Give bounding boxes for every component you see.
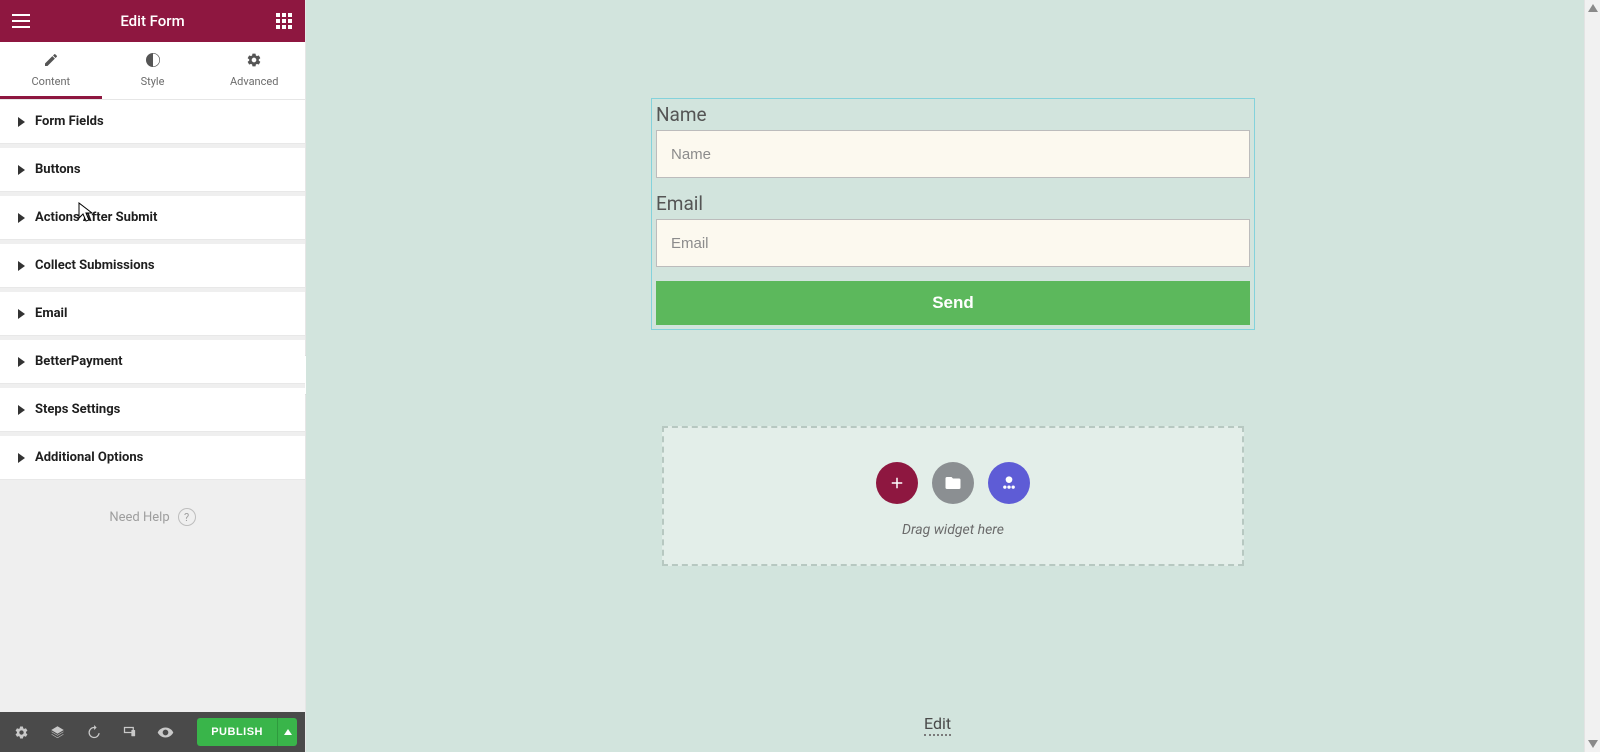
global-widget-button[interactable] <box>988 462 1030 504</box>
add-section-dropzone[interactable]: Drag widget here <box>662 426 1244 566</box>
edit-link[interactable]: Edit <box>924 714 951 736</box>
accordion-email[interactable]: Email <box>0 292 305 336</box>
caret-right-icon <box>18 213 25 223</box>
scroll-down-icon[interactable] <box>1585 736 1600 752</box>
editor-canvas[interactable]: Name Email Send Drag widget here Edit <box>306 0 1600 752</box>
need-help-link[interactable]: Need Help ? <box>0 480 305 554</box>
tab-content-label: Content <box>32 75 71 88</box>
accordion-steps-settings[interactable]: Steps Settings <box>0 388 305 432</box>
accordion-label: Actions After Submit <box>35 210 157 225</box>
need-help-label: Need Help <box>109 510 169 525</box>
accordion-collect-submissions[interactable]: Collect Submissions <box>0 244 305 288</box>
tab-advanced-label: Advanced <box>230 75 278 88</box>
caret-right-icon <box>18 117 25 127</box>
scroll-up-icon[interactable] <box>1585 0 1600 16</box>
half-circle-icon <box>145 52 161 71</box>
accordion-label: Steps Settings <box>35 402 120 417</box>
caret-right-icon <box>18 357 25 367</box>
canvas-scrollbar[interactable] <box>1584 0 1600 752</box>
accordion-label: Email <box>35 306 67 321</box>
tab-style-label: Style <box>141 75 165 88</box>
accordion-label: Buttons <box>35 162 81 177</box>
accordion-label: Form Fields <box>35 114 104 129</box>
form-widget[interactable]: Name Email Send <box>651 98 1255 330</box>
accordion-betterpayment[interactable]: BetterPayment <box>0 340 305 384</box>
pencil-icon <box>43 52 59 71</box>
tab-content[interactable]: Content <box>0 42 102 99</box>
accordion-label: Collect Submissions <box>35 258 155 273</box>
accordion-form-fields[interactable]: Form Fields <box>0 100 305 144</box>
caret-right-icon <box>18 405 25 415</box>
gear-icon <box>246 52 262 71</box>
hamburger-icon[interactable] <box>10 10 32 32</box>
caret-right-icon <box>18 165 25 175</box>
accordion-actions-after-submit[interactable]: Actions After Submit <box>0 196 305 240</box>
name-input[interactable] <box>656 130 1250 178</box>
tab-style[interactable]: Style <box>102 42 204 99</box>
accordion-label: BetterPayment <box>35 354 123 369</box>
template-library-button[interactable] <box>932 462 974 504</box>
question-circle-icon: ? <box>178 508 196 526</box>
accordion-buttons[interactable]: Buttons <box>0 148 305 192</box>
add-section-button[interactable] <box>876 462 918 504</box>
eye-icon[interactable] <box>152 719 178 745</box>
panel-tabs: Content Style Advanced <box>0 42 305 100</box>
name-field-label: Name <box>656 103 1250 126</box>
panel-title: Edit Form <box>32 12 273 30</box>
apps-grid-icon[interactable] <box>273 10 295 32</box>
accordion-label: Additional Options <box>35 450 143 465</box>
editor-panel: Edit Form Content Style <box>0 0 306 752</box>
layers-icon[interactable] <box>44 719 70 745</box>
history-icon[interactable] <box>80 719 106 745</box>
settings-gear-icon[interactable] <box>8 719 34 745</box>
publish-button[interactable]: PUBLISH <box>197 718 277 746</box>
email-field-label: Email <box>656 192 1250 215</box>
email-input[interactable] <box>656 219 1250 267</box>
caret-right-icon <box>18 453 25 463</box>
caret-right-icon <box>18 309 25 319</box>
panel-header: Edit Form <box>0 0 305 42</box>
panel-body: Form Fields Buttons Actions After Submit… <box>0 100 305 712</box>
panel-footer: PUBLISH <box>0 712 305 752</box>
responsive-icon[interactable] <box>116 719 142 745</box>
publish-options-button[interactable] <box>277 718 297 746</box>
accordion-additional-options[interactable]: Additional Options <box>0 436 305 480</box>
tab-advanced[interactable]: Advanced <box>203 42 305 99</box>
caret-right-icon <box>18 261 25 271</box>
send-button[interactable]: Send <box>656 281 1250 325</box>
dropzone-hint: Drag widget here <box>664 522 1242 538</box>
